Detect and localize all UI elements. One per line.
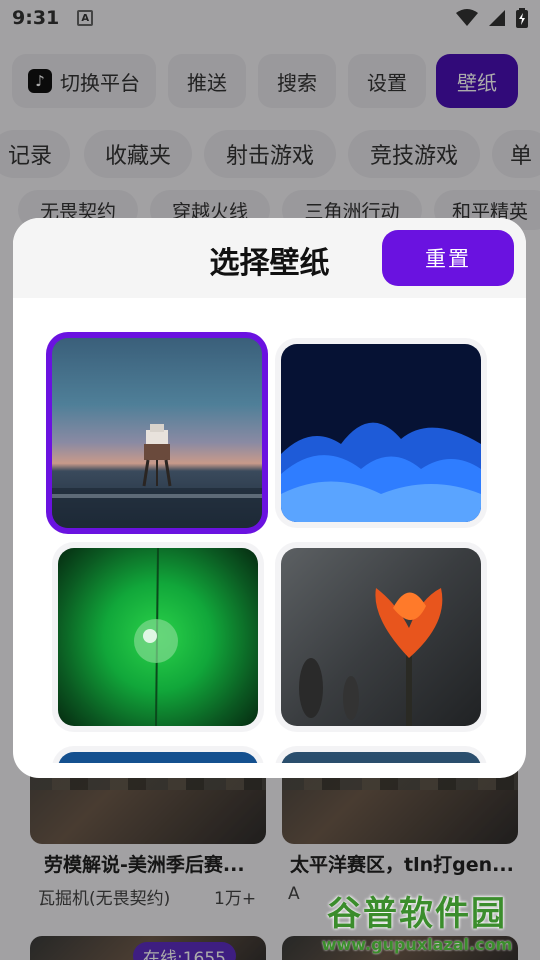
wallpaper-tile-partial-2[interactable] xyxy=(275,746,487,763)
partial-image-1 xyxy=(58,752,258,763)
accessibility-icon: A xyxy=(77,10,94,26)
partial-image-2 xyxy=(281,752,481,763)
watermark-url: www.gupuxlazal.com xyxy=(321,935,513,954)
tulip-image xyxy=(281,548,481,726)
wallpaper-dialog: 选择壁纸 重置 xyxy=(13,218,526,778)
lighthouse-image xyxy=(52,338,262,528)
wallpaper-tile-partial-1[interactable] xyxy=(52,746,264,763)
signal-icon xyxy=(489,10,505,26)
wallpaper-tile-blue-waves[interactable] xyxy=(275,338,487,528)
wallpaper-tile-tulip[interactable] xyxy=(275,542,487,732)
status-time: 9:31 xyxy=(12,7,60,29)
wallpaper-tile-lighthouse[interactable] xyxy=(46,332,268,534)
watermark-title: 谷普软件园 xyxy=(327,894,507,934)
wifi-icon xyxy=(456,9,478,26)
wallpaper-tile-leaf-drop[interactable] xyxy=(52,542,264,732)
status-bar: 9:31 A xyxy=(0,0,540,36)
battery-icon xyxy=(516,8,528,28)
site-watermark: 谷普软件园 www.gupuxlazal.com xyxy=(297,886,537,954)
leaf-drop-image xyxy=(58,548,258,726)
wallpaper-grid[interactable] xyxy=(13,298,526,763)
blue-waves-image xyxy=(281,344,481,522)
reset-button[interactable]: 重置 xyxy=(382,230,514,286)
